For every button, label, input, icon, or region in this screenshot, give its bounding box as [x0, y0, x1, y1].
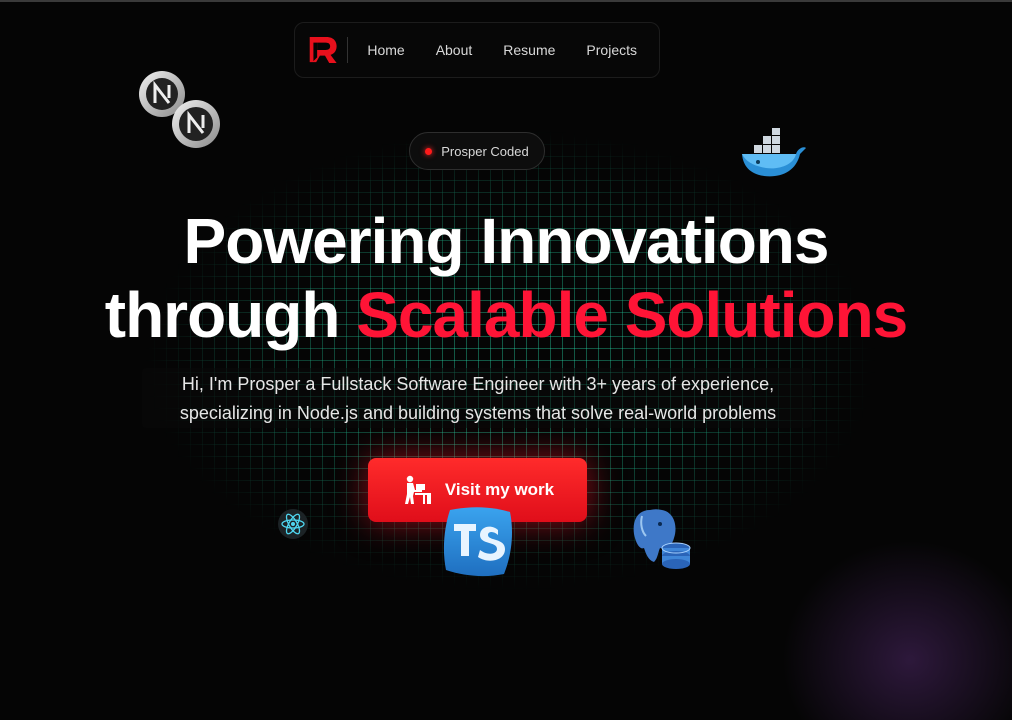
nav-link-resume[interactable]: Resume	[503, 42, 555, 58]
cta-label: Visit my work	[444, 480, 555, 499]
nav-link-home[interactable]: Home	[367, 42, 404, 58]
badge-label: Prosper Coded	[441, 143, 529, 159]
status-badge: Prosper Coded	[409, 132, 545, 170]
hero-title-line1: Powering Innovations	[183, 205, 830, 277]
react-icon	[278, 509, 308, 539]
docker-icon	[742, 128, 806, 177]
hero-subtitle-line2: specializing in Node.js and building sys…	[179, 403, 777, 423]
developer-at-desk-icon	[404, 475, 431, 504]
status-dot-icon	[425, 147, 433, 155]
top-navigation: Home About Resume Projects	[294, 22, 660, 78]
nextjs-icon	[139, 71, 220, 148]
typescript-icon	[443, 507, 512, 577]
hero-title-line2: through Scalable Solutions	[0, 278, 1012, 352]
postgresql-icon	[633, 509, 691, 569]
nav-divider	[347, 37, 349, 63]
nav-link-projects[interactable]: Projects	[586, 42, 637, 58]
corner-glow	[760, 520, 1012, 720]
hero-subtitle-line1: Hi, I'm Prosper a Fullstack Software Eng…	[181, 374, 775, 394]
logo-icon[interactable]	[306, 32, 339, 68]
hero-title-accent: Scalable Solutions	[356, 279, 908, 351]
hero-title-plain: through	[104, 279, 357, 351]
top-border	[0, 0, 1012, 2]
nav-link-about[interactable]: About	[436, 42, 473, 58]
